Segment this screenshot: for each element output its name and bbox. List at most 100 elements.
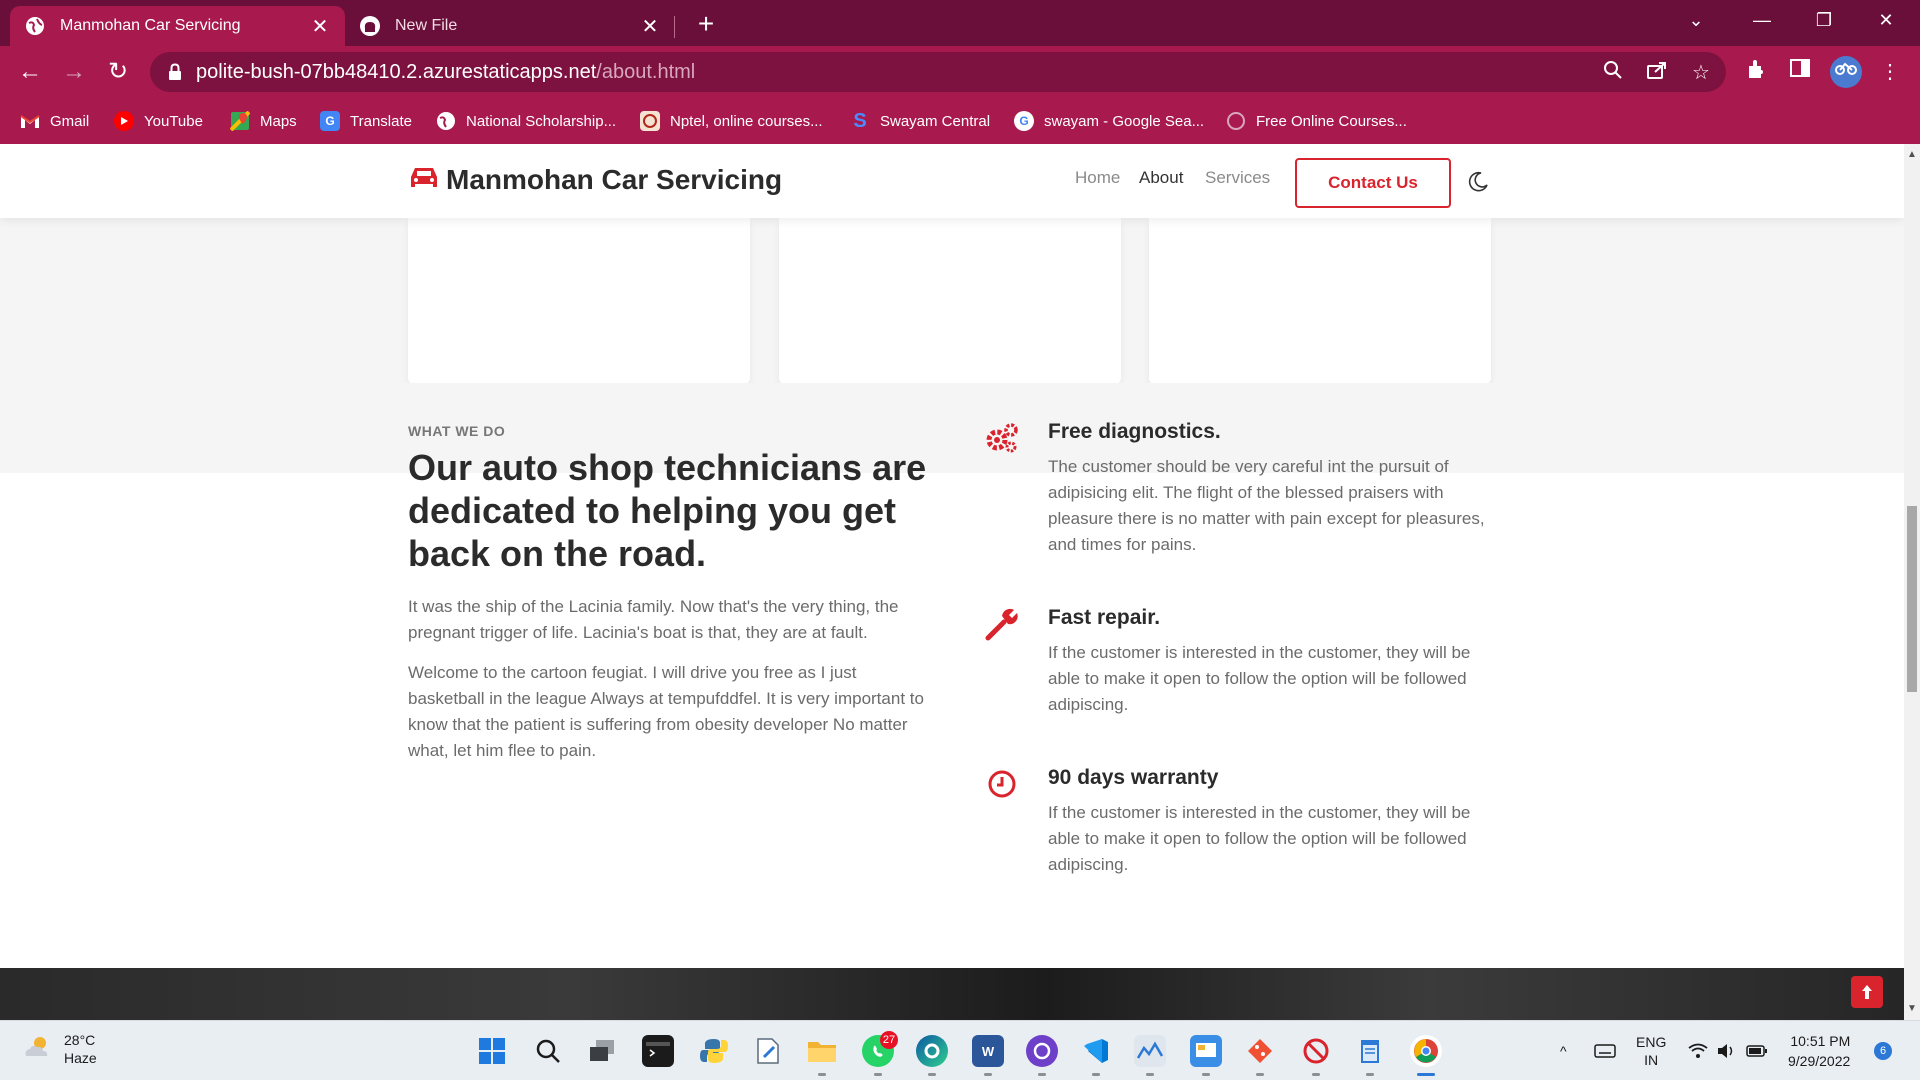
globe-icon [436, 111, 456, 131]
weather-desc: Haze [64, 1050, 97, 1066]
bookmark-maps[interactable]: Maps [230, 108, 297, 134]
battery-icon[interactable] [1746, 1021, 1768, 1080]
running-indicator [928, 1073, 936, 1076]
contact-us-button[interactable]: Contact Us [1295, 158, 1451, 208]
bookmark-nptel[interactable]: Nptel, online courses... [640, 108, 823, 134]
search-icon[interactable] [532, 1035, 564, 1067]
page-viewport: Manmohan Car Servicing Home About Servic… [0, 144, 1904, 1020]
tab-search-chevron-icon[interactable]: ⌄ [1672, 0, 1720, 40]
feature-title: Free diagnostics. [1048, 420, 1221, 443]
reload-button[interactable]: ↻ [102, 56, 134, 88]
python-icon[interactable] [698, 1035, 730, 1067]
vscode-icon[interactable] [1080, 1035, 1112, 1067]
running-indicator [984, 1073, 992, 1076]
back-button[interactable]: ← [14, 56, 46, 88]
restore-button[interactable]: ❐ [1800, 0, 1848, 40]
youtube-icon [114, 111, 134, 131]
chrome-icon[interactable] [1410, 1035, 1442, 1067]
bookmark-label: Maps [260, 112, 297, 130]
scrollbar-thumb[interactable] [1907, 506, 1917, 692]
windows-start-icon[interactable] [476, 1035, 508, 1067]
url-host: polite-bush-07bb48410.2.azurestaticapps.… [196, 61, 597, 83]
car-icon [408, 165, 440, 196]
address-bar[interactable]: polite-bush-07bb48410.2.azurestaticapps.… [150, 52, 1726, 92]
bookmark-free-online-courses[interactable]: Free Online Courses... [1226, 108, 1407, 134]
back-to-top-button[interactable] [1851, 976, 1883, 1008]
bookmark-label: Swayam Central [880, 112, 991, 130]
bookmark-national-scholarship[interactable]: National Scholarship... [436, 108, 616, 134]
close-icon[interactable]: ✕ [639, 14, 661, 39]
close-icon[interactable]: ✕ [309, 14, 331, 39]
new-tab-button[interactable]: + [690, 9, 722, 41]
notes-app-icon[interactable] [752, 1035, 784, 1067]
extensions-icon[interactable] [1742, 58, 1770, 86]
language-indicator[interactable]: ENG IN [1636, 1021, 1666, 1080]
task-view-icon[interactable] [586, 1035, 618, 1067]
notification-count-badge[interactable]: 6 [1874, 1042, 1892, 1060]
bookmark-youtube[interactable]: YouTube [114, 108, 203, 134]
page-scrollbar[interactable]: ▲ ▼ [1904, 144, 1920, 1020]
browser-menu-icon[interactable]: ⋮ [1876, 58, 1904, 86]
profile-avatar[interactable] [1830, 56, 1862, 88]
edge-icon[interactable] [916, 1035, 948, 1067]
running-indicator [1256, 1073, 1264, 1076]
about-paragraph: Welcome to the cartoon feugiat. I will d… [408, 663, 924, 760]
wifi-icon[interactable] [1688, 1021, 1708, 1080]
bookmark-google-search[interactable]: G swayam - Google Sea... [1014, 108, 1204, 134]
git-icon[interactable] [1244, 1035, 1276, 1067]
about-paragraph: It was the ship of the Lacinia family. N… [408, 597, 899, 642]
tab-separator [674, 16, 675, 38]
word-icon[interactable]: W [972, 1035, 1004, 1067]
bookmark-gmail[interactable]: Gmail [20, 108, 89, 134]
terminal-icon[interactable] [642, 1035, 674, 1067]
share-icon[interactable] [1644, 60, 1670, 86]
tab-manmohan-car-servicing[interactable]: Manmohan Car Servicing ✕ [10, 6, 345, 46]
weather-temp: 28°C [64, 1032, 96, 1048]
file-explorer-icon[interactable] [806, 1035, 838, 1067]
tab-new-file[interactable]: New File ✕ [345, 6, 675, 46]
forward-button[interactable]: → [58, 56, 90, 88]
bookmark-translate[interactable]: G Translate [320, 108, 412, 134]
bookmark-label: swayam - Google Sea... [1044, 112, 1205, 130]
clock-date: 9/29/2022 [1788, 1053, 1851, 1069]
volume-icon[interactable] [1716, 1021, 1736, 1080]
running-indicator [1202, 1073, 1210, 1076]
blocker-app-icon[interactable] [1300, 1035, 1332, 1067]
close-window-button[interactable]: ✕ [1862, 0, 1910, 40]
zoom-icon[interactable] [1600, 60, 1626, 86]
moon-icon[interactable] [1466, 170, 1490, 194]
performance-monitor-icon[interactable] [1134, 1035, 1166, 1067]
globe-icon [24, 15, 46, 37]
clock-display[interactable]: 10:51 PM 9/29/2022 [1788, 1021, 1850, 1080]
feature-description: The customer should be very careful int … [1048, 457, 1485, 554]
nav-home[interactable]: Home [1075, 168, 1120, 188]
language-region: IN [1644, 1052, 1659, 1068]
feature-description: If the customer is interested in the cus… [1048, 803, 1471, 874]
weather-haze-icon [22, 1034, 52, 1065]
wrench-icon [984, 606, 1020, 642]
scroll-down-arrow-icon[interactable]: ▼ [1907, 1004, 1917, 1014]
bookmark-label: Free Online Courses... [1256, 112, 1407, 130]
keyboard-icon[interactable] [1594, 1021, 1616, 1080]
weather-widget[interactable]: 28°C Haze [22, 1031, 97, 1067]
site-header: Manmohan Car Servicing Home About Servic… [0, 144, 1904, 218]
github-desktop-icon[interactable] [1026, 1035, 1058, 1067]
nav-services[interactable]: Services [1205, 168, 1270, 188]
notepad-icon[interactable] [1354, 1035, 1386, 1067]
bookmark-star-icon[interactable]: ☆ [1688, 60, 1714, 86]
translate-icon: G [320, 111, 340, 131]
minimize-button[interactable]: — [1738, 0, 1786, 40]
url-path: /about.html [596, 61, 696, 83]
site-logo[interactable]: Manmohan Car Servicing [408, 164, 782, 196]
side-panel-icon[interactable] [1786, 58, 1814, 86]
maps-icon [230, 111, 250, 131]
control-panel-icon[interactable] [1190, 1035, 1222, 1067]
swayam-icon: S [853, 109, 867, 132]
feature-description: If the customer is interested in the cus… [1048, 643, 1471, 714]
bookmark-swayam-central[interactable]: S Swayam Central [850, 108, 990, 134]
gears-icon [984, 420, 1020, 456]
active-app-indicator [1417, 1073, 1435, 1076]
nav-about[interactable]: About [1139, 168, 1183, 188]
scroll-up-arrow-icon[interactable]: ▲ [1907, 150, 1917, 160]
show-hidden-icons-chevron-icon[interactable]: ^ [1560, 1021, 1567, 1080]
